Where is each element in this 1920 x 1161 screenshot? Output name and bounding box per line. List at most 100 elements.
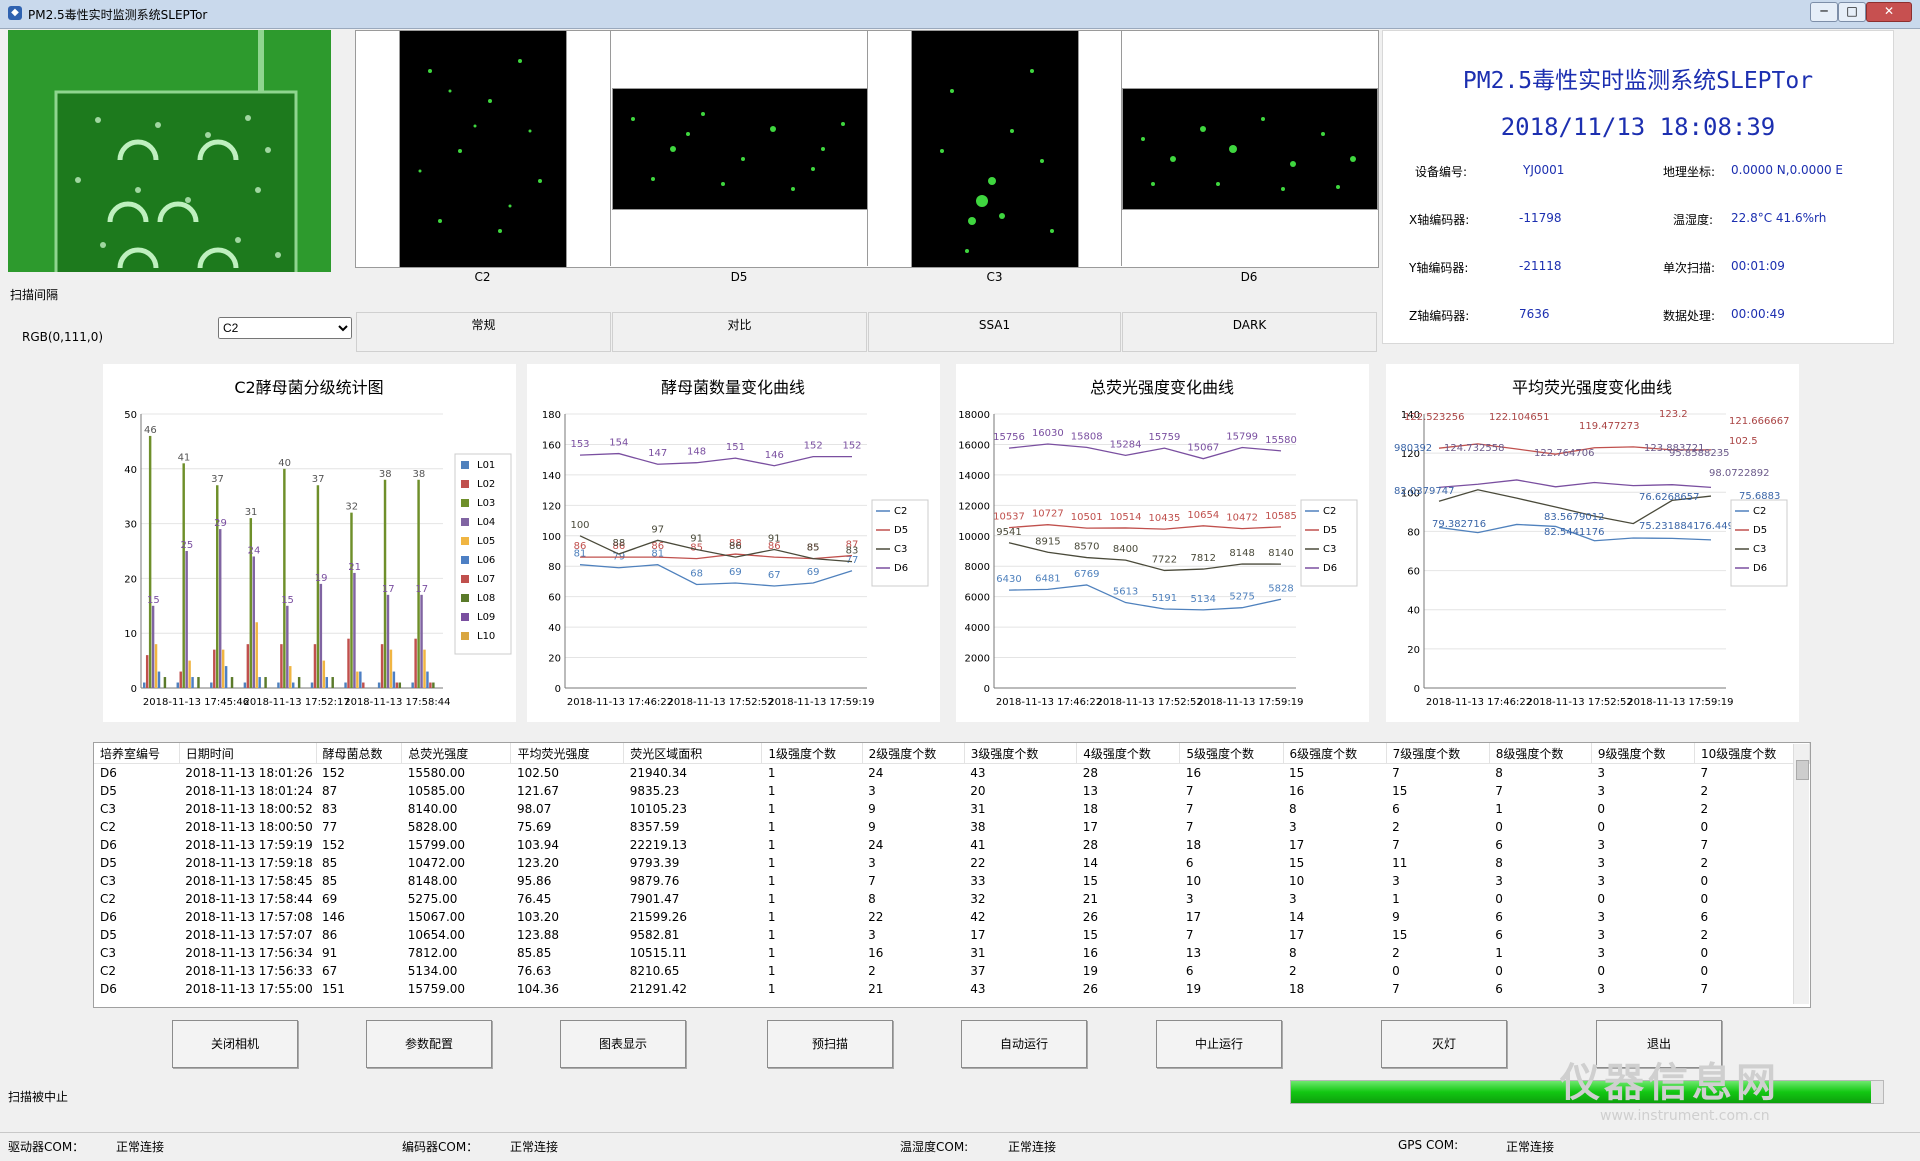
table-row[interactable]: C3 2018-11-13 17:56:34 91 7812.00 85.85 10515… (94, 944, 1810, 962)
prescan-button[interactable]: 预扫描 (767, 1020, 893, 1068)
mode-ssa1-button[interactable]: SSA1 (868, 312, 1121, 352)
lamp-off-button[interactable]: 灭灯 (1381, 1020, 1507, 1068)
bar (426, 671, 429, 688)
table-header[interactable]: 平均荧光强度 (510, 743, 625, 764)
table-header[interactable]: 荧光区域面积 (623, 743, 763, 764)
z-encoder-label: Z轴编码器: (1409, 309, 1470, 323)
table-cell: 0 (1495, 892, 1503, 906)
table-cell: 26 (1082, 982, 1099, 996)
table-scrollbar[interactable] (1793, 744, 1809, 1004)
bar (297, 677, 301, 688)
y-tick-label: 18000 (958, 410, 990, 421)
table-cell: 20 (970, 784, 986, 798)
table-row[interactable]: D5 2018-11-13 17:57:07 86 10654.00 123.88 958… (94, 926, 1810, 944)
table-header[interactable]: 4级强度个数 (1076, 743, 1181, 764)
close-button[interactable]: ✕ (1866, 2, 1912, 22)
table-cell: 3 (1392, 874, 1400, 888)
maximize-button[interactable]: □ (1838, 2, 1866, 22)
table-cell: 8357.59 (629, 820, 680, 834)
legend-label: C3 (894, 544, 907, 555)
data-label: 5828 (1268, 583, 1293, 594)
legend-label: D5 (1323, 525, 1337, 536)
data-label: 5613 (1113, 587, 1138, 598)
panel-divider (610, 30, 611, 266)
table-header[interactable]: 7级强度个数 (1386, 743, 1490, 764)
auto-run-button[interactable]: 自动运行 (961, 1020, 1087, 1068)
chart-title: 酵母菌数量变化曲线 (661, 378, 805, 397)
table-row[interactable]: D5 2018-11-13 18:01:24 87 10585.00 121.67 983… (94, 782, 1810, 800)
table-header[interactable]: 酵母菌总数 (316, 743, 403, 764)
chart-title: C2酵母菌分级统计图 (234, 378, 383, 397)
stop-run-button[interactable]: 中止运行 (1156, 1020, 1282, 1068)
table-cell: 67 (322, 964, 338, 978)
table-cell: 9 (868, 820, 876, 834)
table-header[interactable]: 6级强度个数 (1283, 743, 1387, 764)
data-label: 152 (842, 441, 861, 452)
table-header[interactable]: 8级强度个数 (1489, 743, 1592, 764)
minimize-button[interactable]: ─ (1810, 2, 1838, 22)
table-row[interactable]: D6 2018-11-13 17:55:00 151 15759.00 104.36 21… (94, 980, 1810, 998)
table-header[interactable]: 1级强度个数 (761, 743, 863, 764)
table-header[interactable]: 总荧光强度 (401, 743, 512, 764)
data-label: 15284 (1110, 439, 1142, 450)
table-header[interactable]: 3级强度个数 (964, 743, 1078, 764)
mode-normal-button[interactable]: 常规 (356, 312, 611, 352)
table-header[interactable]: 培养室编号 (94, 743, 180, 764)
table-header[interactable]: 日期时间 (179, 743, 317, 764)
table-cell: C2 (100, 892, 117, 906)
table-cell: 22219.13 (629, 838, 687, 852)
mode-contrast-button[interactable]: 对比 (612, 312, 867, 352)
table-cell: 24 (868, 838, 884, 852)
y-tick-label: 0 (1414, 684, 1420, 695)
table-header[interactable]: 5级强度个数 (1179, 743, 1284, 764)
table-header[interactable]: 2级强度个数 (862, 743, 965, 764)
table-cell: 2018-11-13 18:01:26 (185, 766, 313, 780)
data-label: 6481 (1035, 573, 1060, 584)
close-camera-button[interactable]: 关闭相机 (172, 1020, 298, 1068)
table-cell: 8148.00 (407, 874, 458, 888)
table-cell: D6 (100, 982, 117, 996)
data-label: 38 (412, 469, 425, 480)
results-table[interactable]: 培养室编号 日期时间 酵母菌总数 总荧光强度 平均荧光强度 荧光区域面积 1级强度个数 2级强… (93, 742, 1811, 1008)
legend-label: L01 (477, 460, 495, 471)
data-label: 147 (648, 448, 667, 459)
table-row[interactable]: D6 2018-11-13 17:59:19 152 15799.00 103.94 22… (94, 836, 1810, 854)
table-cell: D6 (100, 838, 117, 852)
scan-status-text: 扫描被中止 (8, 1090, 69, 1104)
table-row[interactable]: C2 2018-11-13 17:58:44 69 5275.00 76.45 7901.… (94, 890, 1810, 908)
table-row[interactable]: C3 2018-11-13 18:00:52 83 8140.00 98.07 10105… (94, 800, 1810, 818)
bar (432, 682, 435, 688)
table-row[interactable]: D5 2018-11-13 17:59:18 85 10472.00 123.20 979… (94, 854, 1810, 872)
table-cell: 13 (1185, 946, 1202, 960)
scrollbar-thumb[interactable] (1796, 760, 1809, 780)
data-label: 8140 (1268, 548, 1293, 559)
driver-com-status: 正常连接 (116, 1140, 165, 1154)
param-config-button[interactable]: 参数配置 (366, 1020, 492, 1068)
table-cell: 8210.65 (629, 964, 680, 978)
y-tick-label: 120 (542, 501, 561, 512)
mode-dark-button[interactable]: DARK (1122, 312, 1377, 352)
data-label: 79.382716 (1432, 519, 1486, 530)
chart-display-button[interactable]: 图表显示 (560, 1020, 686, 1068)
legend-label: C2 (1323, 506, 1336, 517)
legend-swatch (461, 632, 469, 640)
table-cell: 2 (1289, 964, 1297, 978)
table-row[interactable]: D6 2018-11-13 18:01:26 152 15580.00 102.50 21… (94, 764, 1810, 783)
channel-select[interactable]: C2 (218, 317, 352, 339)
table-header[interactable]: 9级强度个数 (1591, 743, 1696, 764)
table-row[interactable]: C2 2018-11-13 18:00:50 77 5828.00 75.69 8357.… (94, 818, 1810, 836)
bar (188, 660, 191, 688)
table-row[interactable]: D6 2018-11-13 17:57:08 146 15067.00 103.20 21… (94, 908, 1810, 926)
chart-mean-fluorescence: 平均荧光强度变化曲线 0 20 40 60 80 100 120 140 2018-11-13 1… (1386, 364, 1799, 722)
table-row[interactable]: C2 2018-11-13 17:56:33 67 5134.00 76.63 8210.… (94, 962, 1810, 980)
data-label: 15799 (1226, 432, 1258, 443)
data-label: 37 (312, 474, 325, 485)
table-cell: 14 (1082, 856, 1099, 870)
table-cell: 10 (1289, 874, 1305, 888)
panel-caption-d6: D6 (1240, 270, 1258, 284)
table-cell: 1 (1495, 946, 1503, 960)
table-cell: 2018-11-13 17:57:07 (185, 928, 313, 942)
y-tick-label: 16000 (958, 440, 990, 451)
table-row[interactable]: C3 2018-11-13 17:58:45 85 8148.00 95.86 9879.… (94, 872, 1810, 890)
data-label: 124.732558 (1444, 443, 1504, 454)
